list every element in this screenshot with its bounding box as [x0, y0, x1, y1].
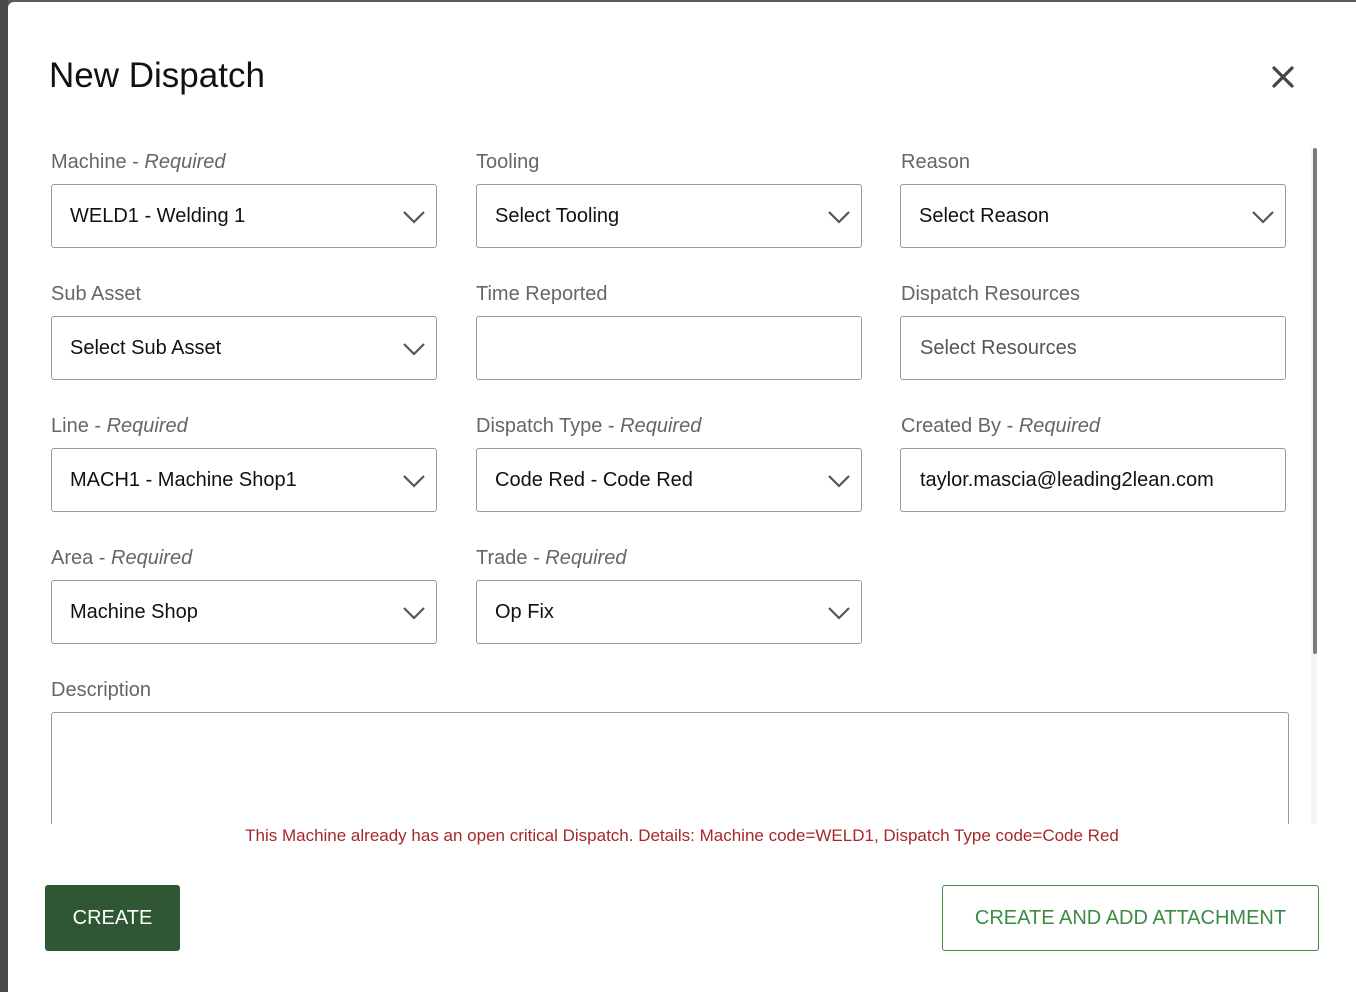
time-reported-label: Time Reported [476, 283, 608, 305]
chevron-down-icon [403, 343, 425, 356]
reason-label: Reason [901, 151, 970, 173]
trade-label: Trade - Required [476, 547, 627, 569]
created-by-label: Created By - Required [901, 415, 1101, 437]
created-by-input[interactable]: taylor.mascia@leading2lean.com [900, 448, 1286, 512]
page-backdrop [0, 0, 8, 992]
description-textarea[interactable] [51, 712, 1289, 824]
tooling-select-value: Select Tooling [495, 204, 620, 227]
machine-select-value: WELD1 - Welding 1 [70, 204, 246, 227]
close-icon [1272, 66, 1294, 88]
chevron-down-icon [1252, 211, 1274, 224]
dispatch-resources-input[interactable]: Select Resources [900, 316, 1286, 380]
created-by-value: taylor.mascia@leading2lean.com [920, 468, 1214, 491]
dispatch-type-label: Dispatch Type - Required [476, 415, 702, 437]
time-reported-input[interactable] [476, 316, 862, 380]
chevron-down-icon [828, 607, 850, 620]
chevron-down-icon [403, 607, 425, 620]
error-message: This Machine already has an open critica… [245, 826, 1119, 845]
scrollbar-thumb[interactable] [1313, 148, 1317, 654]
trade-select-value: Op Fix [495, 600, 554, 623]
tooling-select[interactable]: Select Tooling [476, 184, 862, 248]
form-scroll-area[interactable]: Machine - Required WELD1 - Welding 1 Too… [8, 132, 1318, 824]
machine-select[interactable]: WELD1 - Welding 1 [51, 184, 437, 248]
area-label: Area - Required [51, 547, 193, 569]
sub-asset-select[interactable]: Select Sub Asset [51, 316, 437, 380]
tooling-label: Tooling [476, 151, 540, 173]
create-button[interactable]: CREATE [45, 885, 180, 951]
area-select[interactable]: Machine Shop [51, 580, 437, 644]
dispatch-resources-label: Dispatch Resources [901, 283, 1080, 305]
close-button[interactable] [1268, 62, 1298, 92]
chevron-down-icon [403, 211, 425, 224]
chevron-down-icon [828, 475, 850, 488]
machine-label: Machine - Required [51, 151, 226, 173]
dispatch-resources-placeholder: Select Resources [920, 336, 1077, 359]
chevron-down-icon [403, 475, 425, 488]
chevron-down-icon [828, 211, 850, 224]
line-select-value: MACH1 - Machine Shop1 [70, 468, 297, 491]
sub-asset-select-value: Select Sub Asset [70, 336, 222, 359]
modal-title: New Dispatch [49, 56, 265, 95]
create-and-add-attachment-button[interactable]: CREATE AND ADD ATTACHMENT [942, 885, 1319, 951]
trade-select[interactable]: Op Fix [476, 580, 862, 644]
reason-select[interactable]: Select Reason [900, 184, 1286, 248]
area-select-value: Machine Shop [70, 600, 198, 623]
dispatch-type-select-value: Code Red - Code Red [495, 468, 693, 491]
sub-asset-label: Sub Asset [51, 283, 142, 305]
dispatch-type-select[interactable]: Code Red - Code Red [476, 448, 862, 512]
description-label: Description [51, 679, 152, 701]
line-select[interactable]: MACH1 - Machine Shop1 [51, 448, 437, 512]
line-label: Line - Required [51, 415, 188, 437]
new-dispatch-modal: New Dispatch Machine - Required WELD1 - … [8, 2, 1356, 992]
reason-select-value: Select Reason [919, 204, 1050, 227]
